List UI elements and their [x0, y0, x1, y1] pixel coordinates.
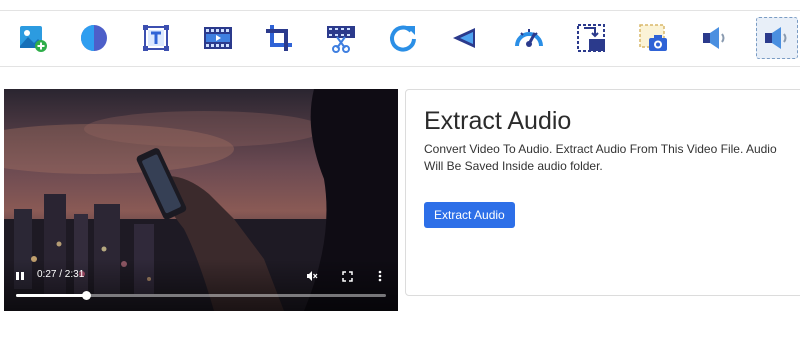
tool-extract-audio[interactable] — [756, 17, 798, 59]
tool-color-filter[interactable] — [73, 17, 115, 59]
tool-rewind[interactable] — [444, 17, 486, 59]
extract-audio-button[interactable]: Extract Audio — [424, 202, 515, 228]
color-filter-icon — [81, 25, 107, 51]
time-display: 0:27 / 2:31 — [37, 269, 85, 280]
tool-cut-video[interactable] — [320, 17, 362, 59]
card-description: Convert Video To Audio. Extract Audio Fr… — [424, 142, 777, 173]
card-title: Extract Audio — [424, 107, 572, 135]
pause-icon — [16, 272, 24, 280]
tool-text[interactable] — [135, 17, 177, 59]
seek-bar[interactable] — [16, 291, 386, 300]
tool-speed[interactable] — [508, 17, 550, 59]
volume-icon — [703, 27, 725, 49]
screenshot-icon — [639, 24, 667, 51]
muted-speaker-icon — [307, 271, 318, 281]
tool-resize[interactable] — [570, 17, 612, 59]
seek-progress — [16, 294, 87, 297]
more-vertical-icon — [378, 270, 382, 282]
tool-volume[interactable] — [694, 17, 736, 59]
pause-button[interactable] — [14, 270, 26, 282]
resize-icon — [577, 24, 605, 52]
video-player[interactable]: 0:27 / 2:31 — [4, 89, 398, 311]
speed-icon — [515, 29, 543, 47]
mute-button[interactable] — [305, 269, 319, 283]
add-image-icon — [20, 26, 47, 52]
fullscreen-button[interactable] — [340, 269, 354, 283]
toolbar — [0, 10, 800, 67]
text-overlay-icon — [143, 25, 169, 51]
more-options-button[interactable] — [374, 269, 386, 283]
video-controls — [4, 259, 398, 311]
cut-video-icon — [327, 26, 355, 53]
tool-screenshot[interactable] — [632, 17, 674, 59]
film-icon — [204, 27, 232, 49]
crop-icon — [266, 25, 292, 51]
rotate-icon — [390, 25, 416, 52]
extract-audio-icon — [765, 27, 787, 49]
tool-crop[interactable] — [258, 17, 300, 59]
tool-rotate[interactable] — [382, 17, 424, 59]
rewind-icon — [453, 28, 475, 48]
extract-audio-card: Extract Audio Convert Video To Audio. Ex… — [405, 89, 800, 296]
fullscreen-icon — [341, 270, 353, 282]
tool-film[interactable] — [197, 17, 239, 59]
tool-add-image[interactable] — [12, 17, 54, 59]
